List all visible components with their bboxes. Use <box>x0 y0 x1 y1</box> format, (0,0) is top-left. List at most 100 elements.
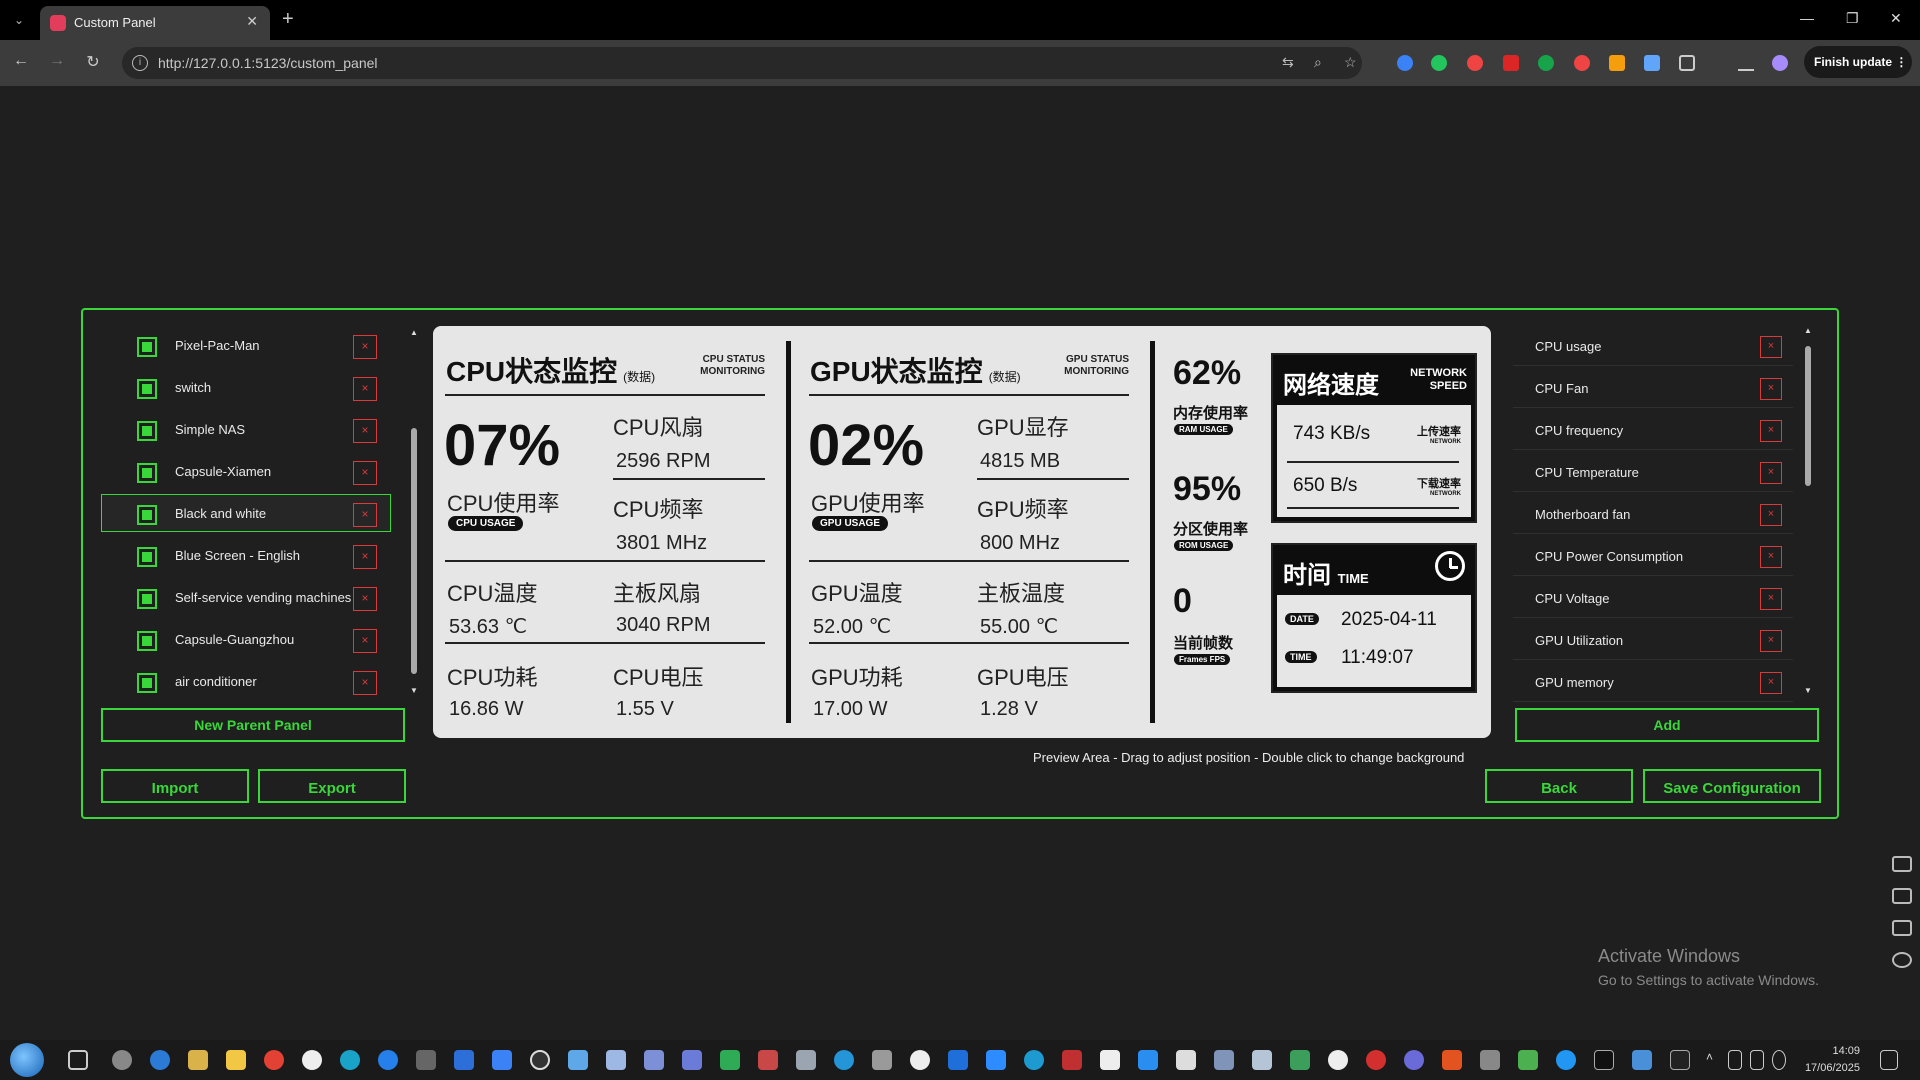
scroll-down-icon[interactable]: ▼ <box>1803 686 1813 695</box>
app-icon[interactable] <box>302 1050 322 1070</box>
app-icon[interactable] <box>720 1050 740 1070</box>
delete-icon[interactable]: × <box>353 335 377 359</box>
camera-icon[interactable] <box>1892 856 1912 872</box>
tray-chevron-icon[interactable]: ˄ <box>1706 1050 1720 1070</box>
app-icon[interactable] <box>758 1050 778 1070</box>
delete-icon[interactable]: × <box>353 545 377 569</box>
export-button[interactable]: Export <box>258 769 406 803</box>
edge-app-icon[interactable] <box>1024 1050 1044 1070</box>
panel-item-simple-nas[interactable]: Simple NAS × <box>101 410 391 448</box>
app-icon[interactable] <box>796 1050 816 1070</box>
delete-icon[interactable]: × <box>1760 504 1782 526</box>
app-icon[interactable] <box>1556 1050 1576 1070</box>
delete-icon[interactable]: × <box>1760 378 1782 400</box>
panel-checkbox[interactable] <box>137 673 157 693</box>
app-icon[interactable] <box>834 1050 854 1070</box>
extension-icon-8[interactable] <box>1644 55 1660 71</box>
app-icon[interactable] <box>454 1050 474 1070</box>
back-arrow-icon[interactable]: ← <box>10 52 32 70</box>
settings-gear-icon[interactable] <box>1892 952 1912 968</box>
right-list-scrollbar[interactable]: ▲ ▼ <box>1803 326 1813 696</box>
component-item-gpu-memory[interactable]: GPU memory × <box>1513 662 1793 702</box>
extensions-puzzle-icon[interactable] <box>1679 55 1695 71</box>
adblock-icon[interactable] <box>1503 55 1519 71</box>
tab-search-icon[interactable]: ⌄ <box>8 9 30 31</box>
terminal-icon[interactable] <box>1670 1050 1690 1070</box>
zoom-app-icon[interactable] <box>986 1050 1006 1070</box>
delete-icon[interactable]: × <box>1760 672 1782 694</box>
panel-item-black-and-white[interactable]: Black and white × <box>101 494 391 532</box>
component-item-cpu-power[interactable]: CPU Power Consumption × <box>1513 536 1793 576</box>
profile-avatar[interactable] <box>1772 55 1788 71</box>
minimize-icon[interactable]: — <box>1800 10 1814 26</box>
app-icon[interactable] <box>1290 1050 1310 1070</box>
app-icon[interactable] <box>1214 1050 1234 1070</box>
delete-icon[interactable]: × <box>1760 546 1782 568</box>
panel-checkbox[interactable] <box>137 463 157 483</box>
zoom-icon[interactable]: ⌕ <box>1314 54 1322 71</box>
task-view-icon[interactable] <box>68 1050 88 1070</box>
app-icon[interactable] <box>910 1050 930 1070</box>
delete-icon[interactable]: × <box>1760 588 1782 610</box>
extension-icon-6[interactable] <box>1574 55 1590 71</box>
app-icon[interactable] <box>682 1050 702 1070</box>
delete-icon[interactable]: × <box>353 503 377 527</box>
panel-checkbox[interactable] <box>137 505 157 525</box>
extension-icon-3[interactable] <box>1467 55 1483 71</box>
site-info-icon[interactable]: i <box>132 55 148 71</box>
settings-icon[interactable] <box>112 1050 132 1070</box>
chrome-icon[interactable] <box>264 1050 284 1070</box>
finish-update-button[interactable]: Finish update ⋮ <box>1804 46 1912 78</box>
delete-icon[interactable]: × <box>353 629 377 653</box>
app-icon[interactable] <box>606 1050 626 1070</box>
document-icon[interactable] <box>1100 1050 1120 1070</box>
app-icon[interactable] <box>568 1050 588 1070</box>
app-icon[interactable] <box>1176 1050 1196 1070</box>
app-icon[interactable] <box>1632 1050 1652 1070</box>
panel-item-pixel-pac-man[interactable]: Pixel-Pac-Man × <box>101 326 391 364</box>
start-button[interactable] <box>10 1043 44 1077</box>
scroll-thumb[interactable] <box>1805 346 1811 486</box>
panel-item-capsule-guangzhou[interactable]: Capsule-Guangzhou × <box>101 620 391 658</box>
panel-item-vending-machines[interactable]: Self-service vending machines × <box>101 578 391 616</box>
scroll-down-icon[interactable]: ▼ <box>409 686 419 695</box>
app-icon[interactable] <box>644 1050 664 1070</box>
panel-checkbox[interactable] <box>137 421 157 441</box>
edge-icon[interactable] <box>150 1050 170 1070</box>
app-icon[interactable] <box>416 1050 436 1070</box>
app-icon[interactable] <box>1062 1050 1082 1070</box>
component-item-cpu-frequency[interactable]: CPU frequency × <box>1513 410 1793 450</box>
app-icon[interactable] <box>340 1050 360 1070</box>
gallery-icon[interactable] <box>1892 920 1912 936</box>
app-icon[interactable] <box>1404 1050 1424 1070</box>
panel-checkbox[interactable] <box>137 631 157 651</box>
panel-item-capsule-xiamen[interactable]: Capsule-Xiamen × <box>101 452 391 490</box>
scroll-up-icon[interactable]: ▲ <box>409 328 419 337</box>
app-icon[interactable] <box>1442 1050 1462 1070</box>
app-icon[interactable] <box>1138 1050 1158 1070</box>
delete-icon[interactable]: × <box>353 671 377 695</box>
preview-area[interactable]: CPU状态监控 (数据) CPU STATUS MONITORING 07% CPU… <box>433 326 1491 738</box>
address-bar[interactable]: i http://127.0.0.1:5123/custom_panel ⇆ ⌕… <box>122 47 1362 79</box>
component-item-gpu-utilization[interactable]: GPU Utilization × <box>1513 620 1793 660</box>
component-item-cpu-voltage[interactable]: CPU Voltage × <box>1513 578 1793 618</box>
delete-icon[interactable]: × <box>353 461 377 485</box>
panel-checkbox[interactable] <box>137 589 157 609</box>
panel-item-air-conditioner[interactable]: air conditioner × <box>101 662 391 700</box>
back-button[interactable]: Back <box>1485 769 1633 803</box>
panel-item-switch[interactable]: switch × <box>101 368 391 406</box>
app-icon[interactable] <box>948 1050 968 1070</box>
app-icon[interactable] <box>530 1050 550 1070</box>
component-item-cpu-usage[interactable]: CPU usage × <box>1513 326 1793 366</box>
app-icon[interactable] <box>188 1050 208 1070</box>
new-tab-icon[interactable]: + <box>282 8 294 31</box>
delete-icon[interactable]: × <box>353 377 377 401</box>
app-icon[interactable] <box>378 1050 398 1070</box>
app-icon[interactable] <box>1328 1050 1348 1070</box>
extension-icon-5[interactable] <box>1538 55 1554 71</box>
left-list-scrollbar[interactable]: ▲ ▼ <box>409 328 419 696</box>
window-close-icon[interactable]: ✕ <box>1890 10 1902 27</box>
app-icon[interactable] <box>492 1050 512 1070</box>
delete-icon[interactable]: × <box>1760 630 1782 652</box>
panel-checkbox[interactable] <box>137 379 157 399</box>
